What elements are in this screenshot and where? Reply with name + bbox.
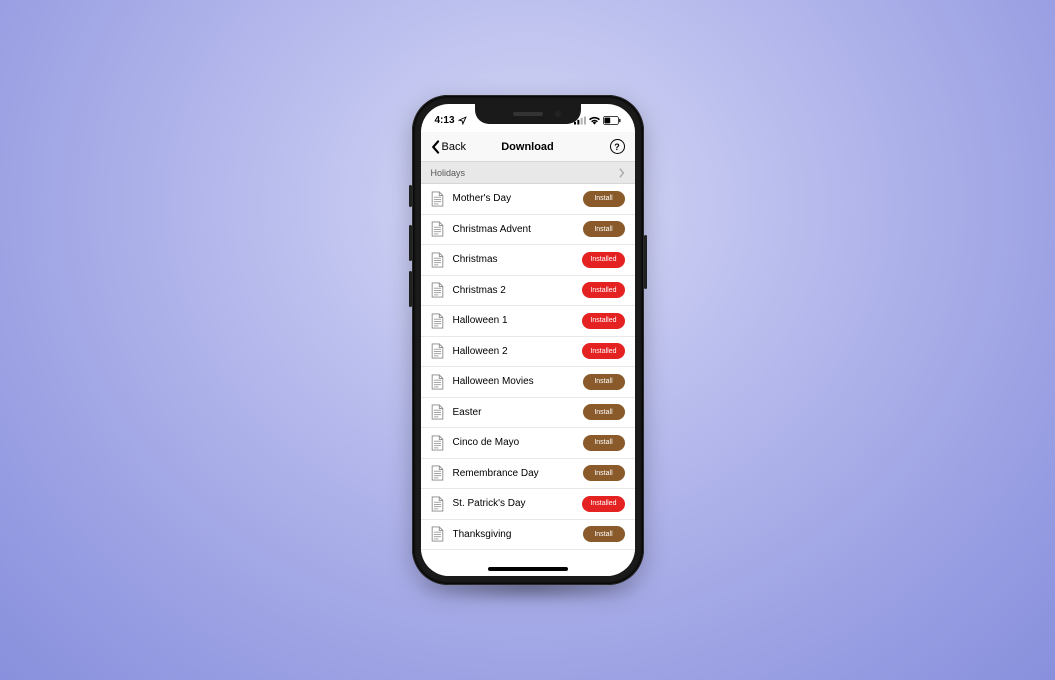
list-item: Cinco de Mayo Install bbox=[421, 428, 635, 459]
document-icon bbox=[431, 496, 444, 512]
list-item-label: Cinco de Mayo bbox=[453, 437, 574, 448]
document-icon bbox=[431, 374, 444, 390]
chevron-left-icon bbox=[431, 140, 441, 154]
list-item: Thanksgiving Install bbox=[421, 520, 635, 551]
front-camera bbox=[555, 111, 561, 117]
install-button[interactable]: Install bbox=[583, 404, 625, 420]
home-indicator[interactable] bbox=[488, 567, 568, 571]
list-item-label: Easter bbox=[453, 407, 574, 418]
document-icon bbox=[431, 313, 444, 329]
list-item-label: Christmas bbox=[453, 254, 574, 265]
help-icon: ? bbox=[614, 142, 620, 152]
install-button[interactable]: Install bbox=[583, 374, 625, 390]
list-item: Mother's Day Install bbox=[421, 184, 635, 215]
install-button[interactable]: Install bbox=[583, 221, 625, 237]
download-list: Mother's Day Install Christmas Advent Insta… bbox=[421, 184, 635, 550]
nav-bar: Back Download ? bbox=[421, 132, 635, 162]
install-button[interactable]: Install bbox=[583, 191, 625, 207]
list-item: St. Patrick's Day Installed bbox=[421, 489, 635, 520]
document-icon bbox=[431, 343, 444, 359]
list-item-label: St. Patrick's Day bbox=[453, 498, 574, 509]
list-item: Christmas Advent Install bbox=[421, 215, 635, 246]
power-button bbox=[644, 235, 647, 289]
document-icon bbox=[431, 221, 444, 237]
back-button[interactable]: Back bbox=[431, 140, 466, 154]
mute-switch bbox=[409, 185, 412, 207]
list-item-label: Halloween Movies bbox=[453, 376, 574, 387]
list-item: Remembrance Day Install bbox=[421, 459, 635, 490]
list-item: Halloween 1 Installed bbox=[421, 306, 635, 337]
page-title: Download bbox=[501, 141, 554, 153]
list-item: Halloween Movies Install bbox=[421, 367, 635, 398]
volume-down-button bbox=[409, 271, 412, 307]
list-item-label: Christmas 2 bbox=[453, 285, 574, 296]
list-item-label: Halloween 2 bbox=[453, 346, 574, 357]
document-icon bbox=[431, 252, 444, 268]
document-icon bbox=[431, 191, 444, 207]
installed-badge[interactable]: Installed bbox=[582, 313, 624, 329]
notch bbox=[475, 104, 581, 124]
list-item-label: Christmas Advent bbox=[453, 224, 574, 235]
wifi-icon bbox=[589, 116, 600, 125]
section-header-label: Holidays bbox=[431, 168, 466, 178]
speaker-grille bbox=[513, 112, 543, 116]
installed-badge[interactable]: Installed bbox=[582, 282, 624, 298]
chevron-right-icon bbox=[619, 168, 625, 178]
document-icon bbox=[431, 282, 444, 298]
location-icon bbox=[458, 116, 467, 125]
list-item-label: Remembrance Day bbox=[453, 468, 574, 479]
install-button[interactable]: Install bbox=[583, 465, 625, 481]
install-button[interactable]: Install bbox=[583, 526, 625, 542]
install-button[interactable]: Install bbox=[583, 435, 625, 451]
screen: 4:13 Back Download ? Holidays bbox=[421, 104, 635, 576]
document-icon bbox=[431, 526, 444, 542]
list-item-label: Halloween 1 bbox=[453, 315, 574, 326]
installed-badge[interactable]: Installed bbox=[582, 496, 624, 512]
volume-up-button bbox=[409, 225, 412, 261]
document-icon bbox=[431, 404, 444, 420]
list-item-label: Thanksgiving bbox=[453, 529, 574, 540]
content-scroll[interactable]: Holidays Mother's DayInstallChristmas Ad… bbox=[421, 162, 635, 576]
list-item: Easter Install bbox=[421, 398, 635, 429]
list-item: Halloween 2 Installed bbox=[421, 337, 635, 368]
installed-badge[interactable]: Installed bbox=[582, 343, 624, 359]
battery-icon bbox=[603, 116, 621, 125]
list-item: Christmas Installed bbox=[421, 245, 635, 276]
list-item: Christmas 2 Installed bbox=[421, 276, 635, 307]
back-label: Back bbox=[442, 141, 466, 153]
installed-badge[interactable]: Installed bbox=[582, 252, 624, 268]
document-icon bbox=[431, 465, 444, 481]
document-icon bbox=[431, 435, 444, 451]
list-item-label: Mother's Day bbox=[453, 193, 574, 204]
section-header-holidays[interactable]: Holidays bbox=[421, 162, 635, 184]
phone-frame: 4:13 Back Download ? Holidays bbox=[412, 95, 644, 585]
status-time: 4:13 bbox=[435, 115, 455, 126]
help-button[interactable]: ? bbox=[610, 139, 625, 154]
